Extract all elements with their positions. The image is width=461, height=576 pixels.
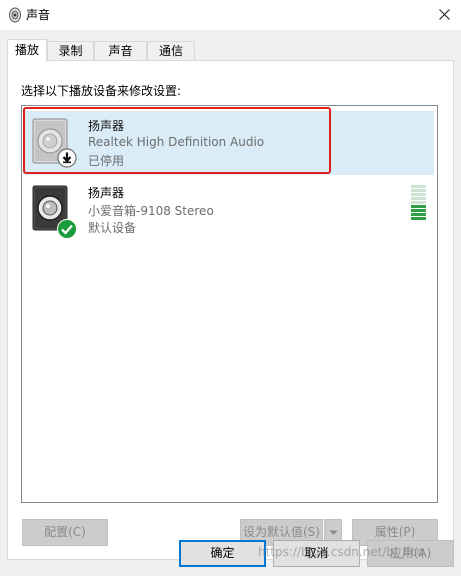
device-status: 默认设备 bbox=[88, 221, 137, 235]
device-list[interactable]: 扬声器 Realtek High Definition Audio 已停用 扬声… bbox=[21, 105, 438, 503]
level-meter-bar bbox=[411, 185, 426, 188]
level-meter-bar bbox=[411, 209, 426, 212]
volume-level-meter bbox=[411, 185, 426, 221]
watermark-text: https://blog.csdn.net/bj_licq bbox=[258, 545, 425, 559]
window-title: 声音 bbox=[26, 8, 51, 22]
level-meter-bar bbox=[411, 213, 426, 216]
chevron-down-icon bbox=[329, 530, 337, 535]
device-name: 扬声器 bbox=[88, 119, 125, 133]
configure-button[interactable]: 配置(C) bbox=[22, 519, 108, 546]
device-description: 小爱音箱-9108 Stereo bbox=[88, 204, 214, 218]
tab-sounds[interactable]: 声音 bbox=[94, 41, 147, 61]
level-meter-bar bbox=[411, 217, 426, 220]
speaker-app-icon bbox=[8, 7, 22, 23]
level-meter-bar bbox=[411, 193, 426, 196]
device-status: 已停用 bbox=[88, 154, 125, 168]
level-meter-bar bbox=[411, 197, 426, 200]
device-item-xiaoai[interactable]: 扬声器 小爱音箱-9108 Stereo 默认设备 bbox=[23, 178, 434, 242]
device-item-realtek[interactable]: 扬声器 Realtek High Definition Audio 已停用 bbox=[23, 111, 434, 175]
close-icon bbox=[438, 8, 450, 20]
close-button[interactable] bbox=[427, 0, 461, 28]
device-description: Realtek High Definition Audio bbox=[88, 135, 265, 149]
title-bar: 声音 bbox=[0, 0, 461, 30]
level-meter-bar bbox=[411, 201, 426, 204]
instruction-label: 选择以下播放设备来修改设置: bbox=[21, 84, 182, 98]
playback-panel: 选择以下播放设备来修改设置: 扬声器 Realtek High Definiti… bbox=[7, 60, 454, 560]
tab-recording[interactable]: 录制 bbox=[47, 41, 94, 61]
tab-communications[interactable]: 通信 bbox=[147, 41, 195, 61]
dialog-body: 播放 录制 声音 通信 选择以下播放设备来修改设置: 扬声器 Realtek H… bbox=[0, 30, 461, 576]
ok-button[interactable]: 确定 bbox=[179, 540, 266, 567]
device-name: 扬声器 bbox=[88, 186, 125, 200]
down-arrow-icon bbox=[57, 148, 77, 168]
tab-playback[interactable]: 播放 bbox=[7, 39, 47, 62]
check-icon bbox=[57, 219, 77, 239]
level-meter-bar bbox=[411, 205, 426, 208]
level-meter-bar bbox=[411, 189, 426, 192]
